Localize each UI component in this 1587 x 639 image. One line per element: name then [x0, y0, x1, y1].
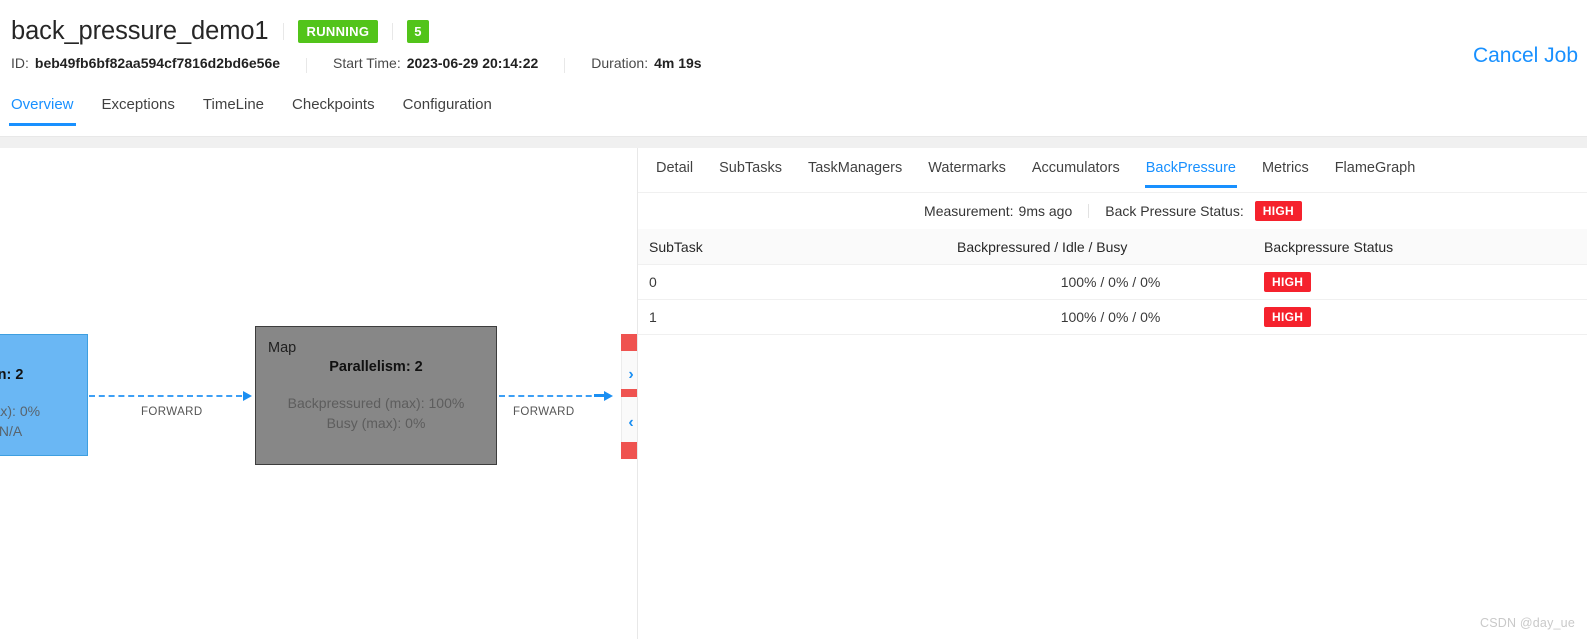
backpressure-status-label: Back Pressure Status:	[1105, 203, 1244, 219]
column-header-ratio: Backpressured / Idle / Busy	[957, 238, 1128, 255]
measurement-bar: Measurement: 9ms ago Back Pressure Statu…	[638, 193, 1587, 229]
table-header-row: SubTask Backpressured / Idle / Busy Back…	[638, 229, 1587, 265]
content-gap	[0, 137, 1587, 148]
graph-edge-2-arrow-icon	[604, 391, 613, 401]
detail-tab-taskmanagers[interactable]: TaskManagers	[808, 148, 902, 188]
main-tab-overview[interactable]: Overview	[9, 92, 76, 126]
measurement-label: Measurement:	[924, 203, 1014, 219]
measurement-divider	[1088, 204, 1090, 218]
job-id-value: beb49fb6bf82aa594cf7816d2bd6e56e	[34, 55, 281, 71]
cancel-job-button[interactable]: Cancel Job	[1473, 42, 1578, 70]
job-meta-row: ID: beb49fb6bf82aa594cf7816d2bd6e56e Sta…	[11, 55, 702, 73]
strip-block-bottom	[621, 442, 637, 459]
row-status-badge: HIGH	[1264, 272, 1312, 292]
table-body: 0 100% / 0% / 0% HIGH 1 100% / 0% / 0% HIGH	[638, 265, 1587, 335]
start-time-label: Start Time:	[333, 55, 401, 71]
page-title: back_pressure_demo1	[11, 17, 269, 45]
chevron-right-icon[interactable]: ›	[622, 367, 637, 383]
source-node-parallelism: n: 2	[0, 367, 24, 383]
table-row[interactable]: 0 100% / 0% / 0% HIGH	[638, 265, 1587, 300]
cell-status: HIGH	[1264, 272, 1587, 292]
detail-tab-backpressure[interactable]: BackPressure	[1144, 148, 1238, 188]
watermark: CSDN @day_ue	[1480, 616, 1575, 630]
main-tab-timeline[interactable]: TimeLine	[203, 92, 264, 126]
meta-divider-1	[306, 57, 308, 73]
attempt-count-badge: 5	[407, 19, 429, 43]
start-time-value: 2023-06-29 20:14:22	[406, 55, 539, 71]
main-tab-checkpoints[interactable]: Checkpoints	[292, 92, 375, 126]
strip-block-middle	[621, 389, 637, 397]
backpressure-table: SubTask Backpressured / Idle / Busy Back…	[638, 229, 1587, 335]
map-node-busy: Busy (max): 0%	[326, 415, 426, 431]
table-row[interactable]: 1 100% / 0% / 0% HIGH	[638, 300, 1587, 335]
job-id: ID: beb49fb6bf82aa594cf7816d2bd6e56e	[11, 55, 280, 71]
detail-tab-subtasks[interactable]: SubTasks	[719, 148, 782, 188]
body-area: urce n: 2 max): 0% N/A FORWARD Map Paral…	[0, 148, 1587, 639]
detail-pane: Detail SubTasks TaskManagers Watermarks Accu…	[637, 148, 1587, 639]
map-node-stats: Backpressured (max): 100% Busy (max): 0%	[268, 393, 484, 433]
duration-value: 4m 19s	[654, 55, 702, 71]
cell-ratio: 100% / 0% / 0%	[1060, 309, 1161, 325]
title-divider	[282, 22, 284, 40]
source-node-backpressure: max): 0%	[0, 403, 41, 419]
map-node-backpressure: Backpressured (max): 100%	[287, 395, 465, 411]
badge-divider	[392, 22, 394, 40]
detail-tab-bar: Detail SubTasks TaskManagers Watermarks Accu…	[638, 148, 1415, 193]
cell-status: HIGH	[1264, 307, 1587, 327]
meta-divider-2	[564, 57, 566, 73]
start-time: Start Time: 2023-06-29 20:14:22	[333, 55, 538, 71]
detail-tab-watermarks[interactable]: Watermarks	[928, 148, 1006, 188]
duration-label: Duration:	[591, 55, 649, 71]
cell-subtask: 1	[649, 309, 657, 325]
main-tab-exceptions[interactable]: Exceptions	[102, 92, 175, 126]
row-status-badge: HIGH	[1264, 307, 1312, 327]
source-node-busy: N/A	[0, 423, 23, 439]
job-title-row: back_pressure_demo1 RUNNING 5	[11, 14, 429, 48]
job-graph-canvas[interactable]: urce n: 2 max): 0% N/A FORWARD Map Paral…	[0, 148, 637, 639]
duration: Duration: 4m 19s	[591, 55, 701, 71]
map-node-name: Map	[268, 340, 297, 356]
measurement-value: 9ms ago	[1018, 203, 1073, 219]
source-node-name: urce	[0, 348, 75, 365]
graph-edge-1-label: FORWARD	[141, 406, 203, 418]
graph-edge-1	[89, 395, 242, 397]
graph-edge-2-label: FORWARD	[513, 406, 575, 418]
cell-ratio: 100% / 0% / 0%	[1060, 274, 1161, 290]
chevron-left-icon[interactable]: ‹	[622, 415, 637, 431]
graph-node-map[interactable]: Map Parallelism: 2 Backpressured (max): …	[255, 326, 497, 465]
detail-tab-flamegraph[interactable]: FlameGraph	[1335, 148, 1416, 188]
detail-tab-accumulators[interactable]: Accumulators	[1032, 148, 1120, 188]
job-id-label: ID:	[11, 55, 29, 71]
column-header-status: Backpressure Status	[1264, 238, 1394, 255]
map-node-parallelism: Parallelism: 2	[329, 359, 423, 375]
job-header: back_pressure_demo1 RUNNING 5 ID: beb49f…	[0, 0, 1587, 137]
strip-block-top	[621, 334, 637, 351]
graph-node-source[interactable]: urce n: 2 max): 0% N/A	[0, 334, 88, 456]
source-node-stats: max): 0% N/A	[0, 401, 75, 441]
detail-tab-metrics[interactable]: Metrics	[1262, 148, 1309, 188]
detail-tab-detail[interactable]: Detail	[656, 148, 693, 188]
flink-job-page: back_pressure_demo1 RUNNING 5 ID: beb49f…	[0, 0, 1587, 639]
status-badge: RUNNING	[297, 19, 379, 43]
column-header-subtask: SubTask	[649, 238, 703, 255]
sink-backpressure-strip[interactable]: › ‹	[621, 334, 637, 459]
backpressure-status-badge: HIGH	[1254, 201, 1302, 221]
cell-subtask: 0	[649, 274, 657, 290]
main-tab-configuration[interactable]: Configuration	[403, 92, 492, 126]
main-tab-bar: Overview Exceptions TimeLine Checkpoints Con…	[0, 92, 492, 137]
graph-edge-1-arrow-icon	[243, 391, 252, 401]
